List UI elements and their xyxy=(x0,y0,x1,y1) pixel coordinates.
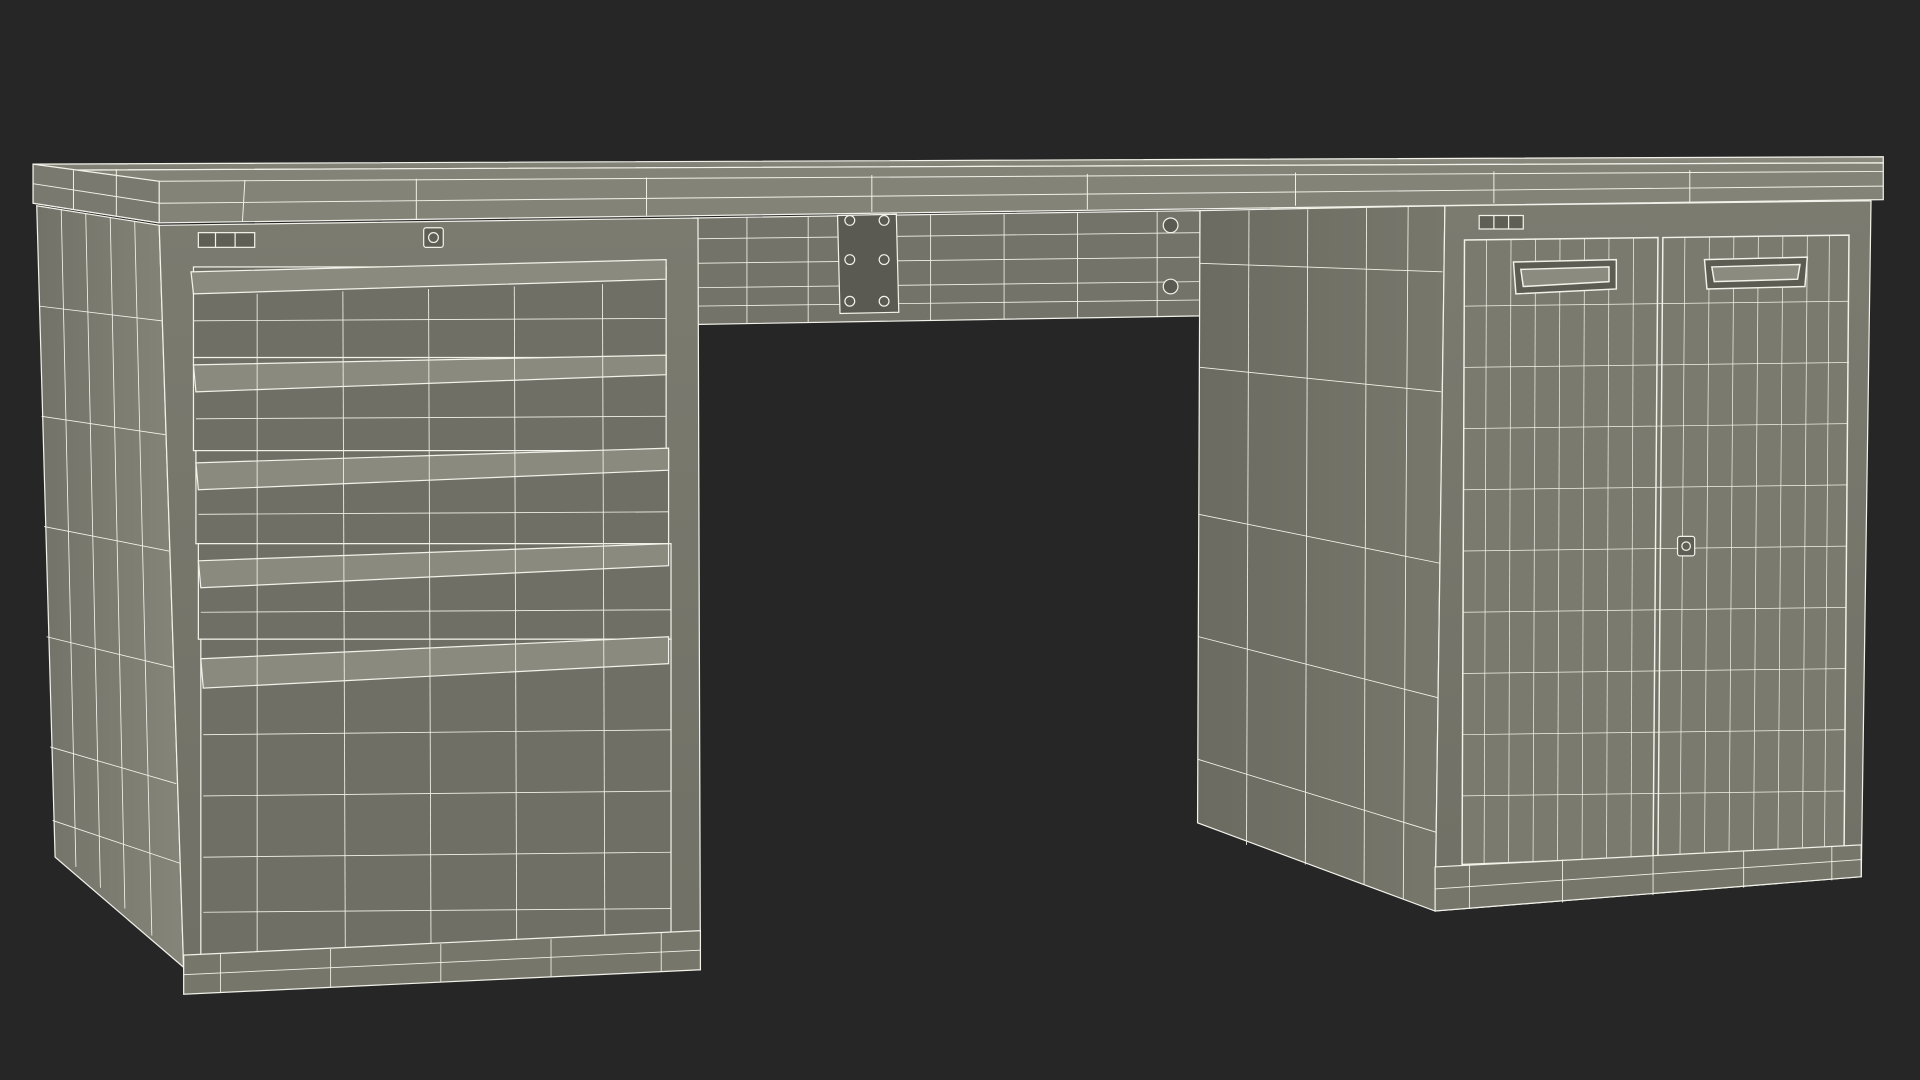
left-pedestal xyxy=(36,204,702,995)
door-handle xyxy=(1703,256,1809,290)
label-plate-icon xyxy=(197,232,256,248)
right-pedestal xyxy=(1196,200,1872,912)
door-handle xyxy=(1512,258,1618,295)
render-viewport xyxy=(0,0,1920,1080)
drawer xyxy=(195,447,670,545)
left-pedestal-side xyxy=(36,204,185,969)
workbench-render xyxy=(32,156,1884,995)
lock-icon xyxy=(423,227,444,248)
label-plate-icon xyxy=(1478,214,1524,230)
drawer xyxy=(192,354,667,452)
drawer xyxy=(197,543,672,640)
lock-icon xyxy=(1676,535,1696,557)
back-panel xyxy=(692,209,1201,326)
drawer xyxy=(200,636,672,956)
mounting-bracket-icon xyxy=(836,213,900,315)
